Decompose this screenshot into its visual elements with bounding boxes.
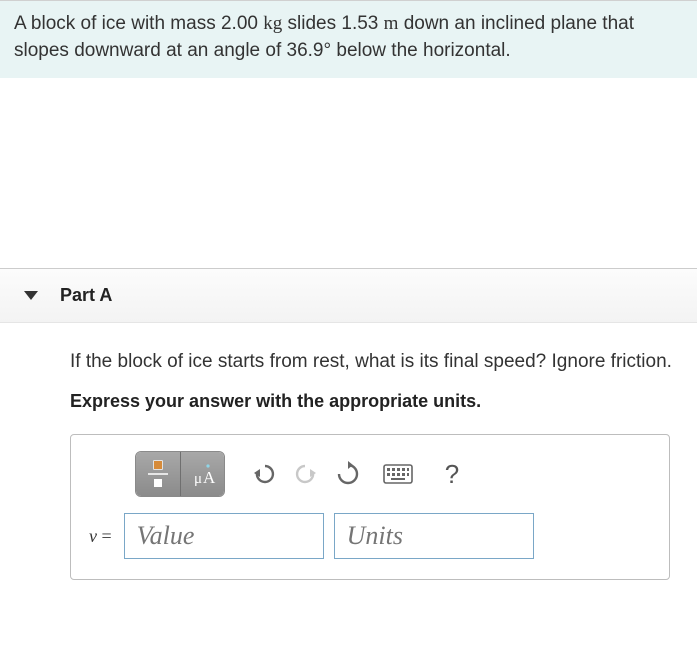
undo-button[interactable] [243,453,285,495]
question-text: If the block of ice starts from rest, wh… [70,351,697,373]
part-body: If the block of ice starts from rest, wh… [0,323,697,580]
keyboard-button[interactable] [377,453,419,495]
answer-box: μ A [70,434,670,580]
toolbar: μ A [135,451,651,497]
value-input[interactable] [124,513,324,559]
special-char-button[interactable]: μ A [180,452,224,496]
instruction-text: Express your answer with the appropriate… [70,391,697,412]
answer-row: v = [89,513,651,559]
redo-button[interactable] [285,453,327,495]
units-input[interactable] [334,513,534,559]
angle-value: 36.9 [287,40,324,61]
svg-text:μ: μ [194,471,202,487]
help-icon: ? [445,459,459,490]
reset-button[interactable] [327,453,369,495]
dist-unit: m [384,13,399,34]
dist-value: 1.53 [341,13,378,34]
problem-text-1: A block of ice with mass [14,13,221,34]
problem-text-2: slides [282,13,341,34]
svg-text:A: A [203,468,216,487]
template-buttons: μ A [135,451,225,497]
problem-statement: A block of ice with mass 2.00 kg slides … [0,0,697,78]
answer-variable: v = [89,526,112,547]
part-header[interactable]: Part A [0,268,697,323]
expand-caret-icon [24,291,38,300]
degree-symbol: ° [324,40,332,61]
part-label: Part A [60,285,112,306]
mass-unit: kg [263,13,282,34]
fraction-template-button[interactable] [136,452,180,496]
help-button[interactable]: ? [431,453,473,495]
problem-text-4: below the horizontal. [331,40,511,61]
spacer [0,78,697,268]
mass-value: 2.00 [221,13,258,34]
